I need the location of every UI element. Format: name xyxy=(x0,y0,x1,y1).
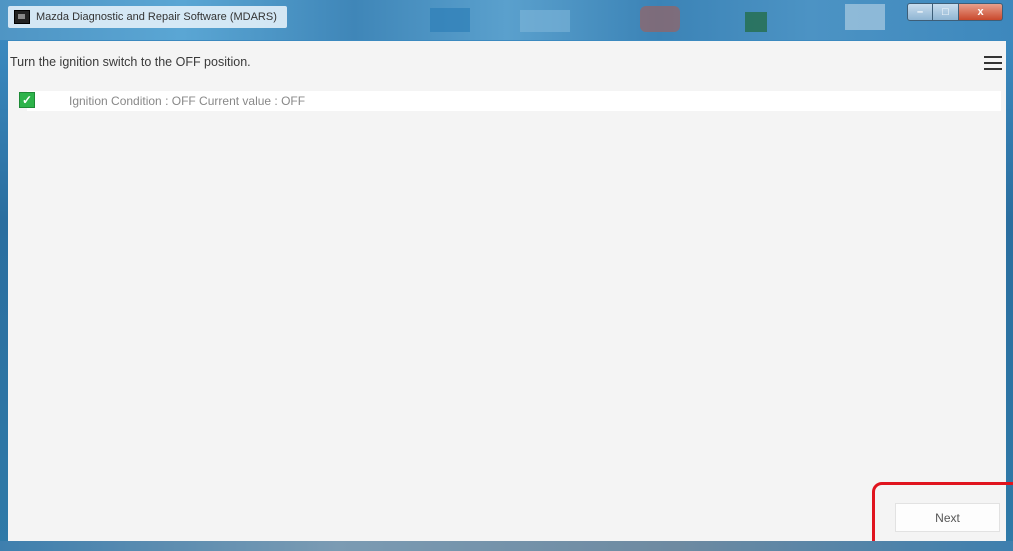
menu-icon-bar xyxy=(984,68,1002,70)
app-window: Mazda Diagnostic and Repair Software (MD… xyxy=(0,0,1013,551)
condition-checkbox[interactable]: ✓ xyxy=(19,92,35,108)
condition-text: Ignition Condition : OFF Current value :… xyxy=(69,94,306,108)
window-bottom-edge xyxy=(0,541,1013,551)
instruction-text: Turn the ignition switch to the OFF posi… xyxy=(10,55,251,69)
close-button[interactable]: x xyxy=(959,3,1003,21)
menu-icon-bar xyxy=(984,62,1002,64)
titlebar-background-deco xyxy=(520,10,570,32)
window-controls: – □ x xyxy=(907,3,1003,23)
main-content: Turn the ignition switch to the OFF posi… xyxy=(8,41,1006,541)
window-title-area: Mazda Diagnostic and Repair Software (MD… xyxy=(8,6,287,28)
menu-icon-bar xyxy=(984,56,1002,58)
maximize-button[interactable]: □ xyxy=(933,3,959,21)
mdars-app-icon xyxy=(14,10,30,24)
titlebar-background-deco xyxy=(430,8,470,32)
minimize-button[interactable]: – xyxy=(907,3,933,21)
titlebar-background-deco xyxy=(745,12,767,32)
window-title: Mazda Diagnostic and Repair Software (MD… xyxy=(36,11,277,23)
titlebar-background-deco xyxy=(845,4,885,30)
ignition-condition-row: ✓ Ignition Condition : OFF Current value… xyxy=(19,91,1001,111)
title-bar[interactable]: Mazda Diagnostic and Repair Software (MD… xyxy=(0,0,1013,40)
hamburger-menu-icon[interactable] xyxy=(984,56,1002,70)
titlebar-background-deco xyxy=(640,6,680,32)
